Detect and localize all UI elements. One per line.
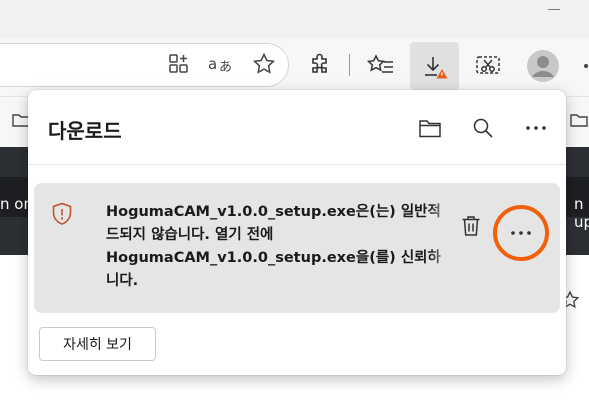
more-options-icon[interactable]: [522, 115, 550, 141]
open-folder-icon[interactable]: [416, 115, 444, 141]
read-aloud-icon[interactable]: a あ: [207, 52, 235, 76]
app-available-icon[interactable]: [167, 52, 191, 76]
download-item[interactable]: HogumaCAM_v1.0.0_setup.exe은(는) 일반적 드되지 않…: [34, 183, 560, 313]
shield-warning-icon: [50, 201, 74, 227]
download-warning-message: HogumaCAM_v1.0.0_setup.exe은(는) 일반적 드되지 않…: [106, 201, 451, 293]
minimize-icon[interactable]: [548, 9, 560, 10]
address-bar[interactable]: [0, 43, 289, 87]
message-line: HogumaCAM_v1.0.0_setup.exe을(를) 신뢰하: [106, 250, 441, 266]
delete-trash-icon[interactable]: [459, 213, 483, 239]
message-line: HogumaCAM_v1.0.0_setup.exe은(는) 일반적: [106, 204, 441, 220]
title-bar: [0, 0, 589, 38]
settings-dot-icon[interactable]: [584, 64, 588, 68]
screenshot-icon[interactable]: [474, 52, 502, 80]
search-icon[interactable]: [469, 115, 497, 141]
toolbar-divider: [349, 54, 350, 76]
text-fade: [429, 195, 455, 295]
favorite-star-icon[interactable]: [251, 52, 277, 76]
svg-text:a: a: [208, 55, 217, 73]
profile-avatar-icon[interactable]: [525, 48, 561, 84]
downloads-panel: 다운로드 HogumaCAM_v1.0.0_setup.exe은(는) 일반적 …: [28, 90, 566, 375]
message-line: 드되지 않습니다. 열기 전에: [106, 227, 274, 243]
panel-title: 다운로드: [48, 119, 122, 143]
extensions-icon[interactable]: [307, 52, 333, 78]
panel-divider: [28, 164, 566, 165]
folder-icon[interactable]: [570, 111, 588, 129]
favorites-icon[interactable]: [367, 52, 395, 78]
see-more-button[interactable]: 자세히 보기: [39, 327, 156, 361]
message-line: 니다.: [106, 273, 139, 289]
svg-text:あ: あ: [219, 60, 232, 75]
browser-toolbar: a あ: [0, 38, 589, 96]
more-actions-icon[interactable]: [507, 219, 535, 247]
downloads-button[interactable]: [410, 42, 459, 90]
download-icon: [421, 53, 449, 81]
page-right-text: n up: [574, 195, 589, 231]
